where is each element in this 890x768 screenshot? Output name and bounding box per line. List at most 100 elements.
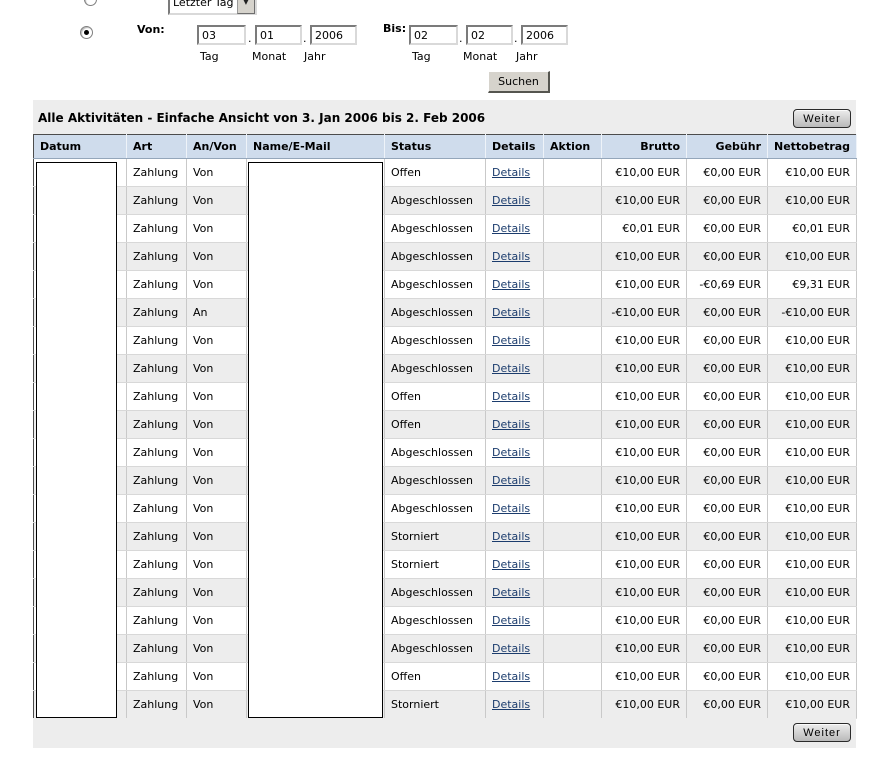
cell-aktion — [544, 411, 602, 439]
details-link[interactable]: Details — [492, 558, 530, 571]
cell-details: Details — [486, 523, 544, 551]
details-link[interactable]: Details — [492, 418, 530, 431]
details-link[interactable]: Details — [492, 502, 530, 515]
bottom-strip: Weiter — [33, 718, 856, 748]
chevron-down-icon[interactable]: ▼ — [237, 0, 255, 14]
cell-aktion — [544, 299, 602, 327]
details-link[interactable]: Details — [492, 306, 530, 319]
cell-netto: €10,00 EUR — [768, 411, 857, 439]
period-radio[interactable] — [84, 0, 97, 6]
suchen-button[interactable]: Suchen — [488, 71, 550, 93]
cell-details: Details — [486, 355, 544, 383]
bis-monat-input[interactable] — [466, 25, 513, 45]
details-link[interactable]: Details — [492, 194, 530, 207]
cell-an_von: Von — [187, 579, 247, 607]
details-link[interactable]: Details — [492, 390, 530, 403]
cell-status: Abgeschlossen — [385, 579, 486, 607]
cell-details: Details — [486, 411, 544, 439]
details-link[interactable]: Details — [492, 642, 530, 655]
column-header-an_von: An/Von — [187, 135, 247, 159]
cell-details: Details — [486, 159, 544, 187]
details-link[interactable]: Details — [492, 614, 530, 627]
von-tag-input[interactable] — [197, 25, 246, 45]
cell-aktion — [544, 215, 602, 243]
bis-jahr-input[interactable] — [521, 25, 568, 45]
cell-art: Zahlung — [127, 551, 187, 579]
cell-netto: €9,31 EUR — [768, 271, 857, 299]
cell-aktion — [544, 635, 602, 663]
cell-aktion — [544, 523, 602, 551]
period-dropdown-value: Letzter Tag — [170, 0, 237, 9]
cell-brutto: €10,00 EUR — [602, 271, 687, 299]
details-link[interactable]: Details — [492, 670, 530, 683]
date-separator: . — [303, 32, 307, 45]
cell-an_von: Von — [187, 383, 247, 411]
cell-brutto: -€10,00 EUR — [602, 299, 687, 327]
cell-brutto: €10,00 EUR — [602, 439, 687, 467]
details-link[interactable]: Details — [492, 250, 530, 263]
cell-an_von: Von — [187, 355, 247, 383]
details-link[interactable]: Details — [492, 530, 530, 543]
cell-gebuehr: €0,00 EUR — [687, 579, 768, 607]
bis-label: Bis: — [383, 22, 406, 35]
bis-tag-input[interactable] — [409, 25, 458, 45]
cell-brutto: €10,00 EUR — [602, 635, 687, 663]
cell-details: Details — [486, 579, 544, 607]
cell-netto: €0,01 EUR — [768, 215, 857, 243]
table-row: ZahlungVonAbgeschlossenDetails€10,00 EUR… — [34, 355, 857, 383]
cell-status: Abgeschlossen — [385, 299, 486, 327]
cell-brutto: €10,00 EUR — [602, 243, 687, 271]
cell-an_von: An — [187, 299, 247, 327]
weiter-button-top[interactable]: Weiter — [793, 109, 851, 128]
activities-table: DatumArtAn/VonName/E-MailStatusDetailsAk… — [33, 134, 857, 719]
cell-gebuehr: €0,00 EUR — [687, 355, 768, 383]
details-link[interactable]: Details — [492, 166, 530, 179]
details-link[interactable]: Details — [492, 222, 530, 235]
cell-status: Storniert — [385, 523, 486, 551]
cell-details: Details — [486, 691, 544, 719]
cell-status: Abgeschlossen — [385, 495, 486, 523]
cell-brutto: €0,01 EUR — [602, 215, 687, 243]
cell-status: Abgeschlossen — [385, 607, 486, 635]
cell-details: Details — [486, 439, 544, 467]
details-link[interactable]: Details — [492, 446, 530, 459]
details-link[interactable]: Details — [492, 278, 530, 291]
cell-status: Abgeschlossen — [385, 635, 486, 663]
search-form: Letzter Tag ▼ Von: . . Tag Monat Jahr Bi… — [0, 0, 890, 100]
details-link[interactable]: Details — [492, 698, 530, 711]
datum-redaction-box — [36, 162, 117, 718]
table-row: ZahlungVonAbgeschlossenDetails€10,00 EUR… — [34, 607, 857, 635]
cell-netto: -€10,00 EUR — [768, 299, 857, 327]
column-header-art: Art — [127, 135, 187, 159]
details-link[interactable]: Details — [492, 362, 530, 375]
cell-netto: €10,00 EUR — [768, 607, 857, 635]
cell-details: Details — [486, 327, 544, 355]
table-row: ZahlungVonOffenDetails€10,00 EUR€0,00 EU… — [34, 663, 857, 691]
period-dropdown[interactable]: Letzter Tag ▼ — [168, 0, 257, 15]
cell-gebuehr: €0,00 EUR — [687, 551, 768, 579]
cell-art: Zahlung — [127, 299, 187, 327]
cell-netto: €10,00 EUR — [768, 467, 857, 495]
cell-art: Zahlung — [127, 635, 187, 663]
cell-netto: €10,00 EUR — [768, 383, 857, 411]
date-separator: . — [248, 32, 252, 45]
cell-an_von: Von — [187, 327, 247, 355]
von-monat-input[interactable] — [255, 25, 302, 45]
cell-an_von: Von — [187, 635, 247, 663]
cell-an_von: Von — [187, 187, 247, 215]
cell-netto: €10,00 EUR — [768, 439, 857, 467]
cell-art: Zahlung — [127, 243, 187, 271]
details-link[interactable]: Details — [492, 586, 530, 599]
date-range-radio[interactable] — [80, 26, 93, 39]
cell-an_von: Von — [187, 467, 247, 495]
von-jahr-input[interactable] — [310, 25, 357, 45]
details-link[interactable]: Details — [492, 334, 530, 347]
cell-details: Details — [486, 551, 544, 579]
details-link[interactable]: Details — [492, 474, 530, 487]
cell-aktion — [544, 159, 602, 187]
table-row: ZahlungVonOffenDetails€10,00 EUR€0,00 EU… — [34, 383, 857, 411]
cell-brutto: €10,00 EUR — [602, 355, 687, 383]
cell-gebuehr: €0,00 EUR — [687, 467, 768, 495]
table-row: ZahlungVonAbgeschlossenDetails€10,00 EUR… — [34, 271, 857, 299]
weiter-button-bottom[interactable]: Weiter — [793, 723, 851, 742]
